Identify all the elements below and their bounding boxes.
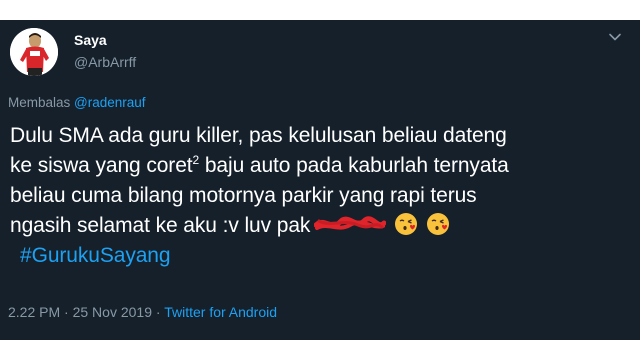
face-blowing-kiss-icon: [426, 212, 450, 236]
tweet-time[interactable]: 2.22 PM: [8, 304, 60, 320]
reply-prefix: Membalas: [8, 95, 71, 110]
tweet-card: Saya @ArbArrff Membalas @radenrauf Dulu …: [0, 20, 640, 340]
tweet-line-4-text: ngasih selamat ke aku :v luv pak: [10, 214, 311, 237]
redacted-name-scribble: [313, 213, 387, 235]
reply-mention-link[interactable]: @radenrauf: [74, 95, 146, 110]
tweet-line-2-post: baju auto pada kaburlah ternyata: [199, 154, 509, 177]
chevron-down-icon[interactable]: [608, 30, 622, 44]
tweet-source-link[interactable]: Twitter for Android: [164, 304, 277, 320]
avatar-image: [10, 28, 58, 76]
tweet-body: Dulu SMA ada guru killer, pas kelulusan …: [10, 121, 620, 271]
tweet-date[interactable]: 25 Nov 2019: [73, 304, 152, 320]
tweet-line-3: beliau cuma bilang motornya parkir yang …: [10, 184, 477, 207]
tweet-line-2: ke siswa yang coret2 baju auto pada kabu…: [10, 151, 620, 181]
screenshot-frame: Saya @ArbArrff Membalas @radenrauf Dulu …: [0, 0, 640, 360]
reply-context: Membalas @radenrauf: [8, 95, 146, 110]
user-name[interactable]: Saya: [74, 32, 107, 48]
meta-separator: ·: [152, 304, 165, 320]
user-handle[interactable]: @ArbArrff: [74, 54, 136, 70]
meta-separator: ·: [60, 304, 73, 320]
tweet-meta: 2.22 PM · 25 Nov 2019 · Twitter for Andr…: [8, 304, 277, 320]
tweet-line-2-pre: ke siswa yang coret: [10, 154, 193, 177]
face-blowing-kiss-icon: [394, 212, 418, 236]
tweet-line-4: ngasih selamat ke aku :v luv pak: [10, 211, 620, 241]
tweet-line-1: Dulu SMA ada guru killer, pas kelulusan …: [10, 124, 507, 147]
hashtag-link[interactable]: #GurukuSayang: [10, 241, 620, 271]
avatar[interactable]: [10, 28, 58, 76]
